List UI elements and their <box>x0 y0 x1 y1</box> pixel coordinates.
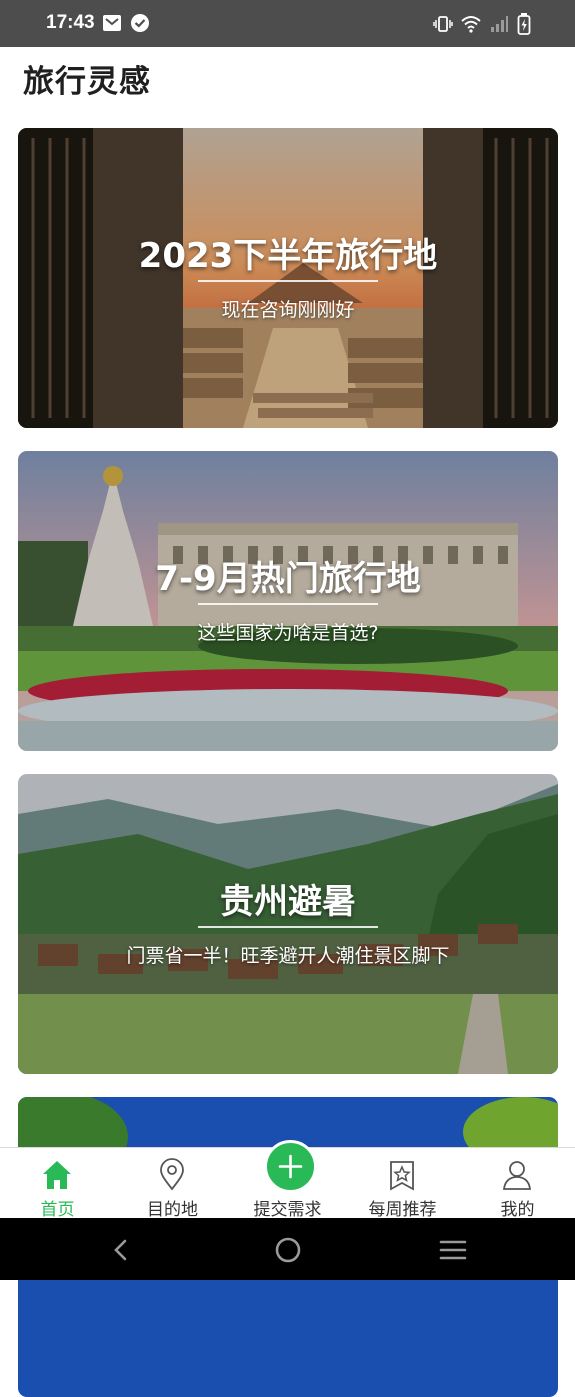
card-divider <box>198 280 378 282</box>
star-bookmark-icon <box>390 1161 414 1191</box>
tab-me[interactable]: 我的 <box>460 1148 575 1220</box>
mail-icon <box>102 13 122 33</box>
status-bar: 17:43 <box>0 0 575 47</box>
submit-request-button[interactable] <box>264 1140 317 1193</box>
back-icon[interactable] <box>108 1237 134 1263</box>
tab-label: 每周推荐 <box>368 1200 437 1220</box>
card-image-palace-garden <box>18 451 558 751</box>
menu-icon[interactable] <box>439 1238 467 1262</box>
signal-icon <box>489 14 509 34</box>
inspiration-card[interactable]: 贵州避暑 门票省一半！旺季避开人潮住景区脚下 <box>18 774 558 1074</box>
card-title: 7-9月热门旅行地 <box>155 559 421 599</box>
card-divider <box>198 603 378 605</box>
card-subtitle: 这些国家为啥是首选? <box>197 622 379 644</box>
card-image-mountain-village <box>18 774 558 1074</box>
tab-label: 提交需求 <box>253 1200 322 1220</box>
inspiration-card[interactable]: 7-9月热门旅行地 这些国家为啥是首选? <box>18 451 558 751</box>
tab-destinations[interactable]: 目的地 <box>115 1148 230 1220</box>
status-time: 17:43 <box>46 12 95 33</box>
tab-label: 目的地 <box>147 1200 198 1220</box>
card-divider <box>198 926 378 928</box>
card-title: 2023下半年旅行地 <box>138 236 438 276</box>
check-circle-icon <box>130 13 150 33</box>
wifi-icon <box>461 14 481 34</box>
home-icon <box>43 1161 71 1189</box>
card-title: 贵州避暑 <box>220 882 356 922</box>
card-image-desert-gate <box>18 128 558 428</box>
card-subtitle: 现在咨询刚刚好 <box>221 299 355 321</box>
inspiration-card[interactable]: 2023下半年旅行地 现在咨询刚刚好 <box>18 128 558 428</box>
plus-icon <box>278 1154 303 1179</box>
tab-label: 首页 <box>40 1200 75 1220</box>
card-subtitle: 门票省一半！旺季避开人潮住景区脚下 <box>126 945 450 967</box>
page-title: 旅行灵感 <box>23 64 151 100</box>
user-icon <box>502 1161 532 1190</box>
battery-charging-icon <box>517 13 531 35</box>
tab-weekly-picks[interactable]: 每周推荐 <box>345 1148 460 1220</box>
system-nav-bar <box>0 1218 575 1280</box>
vibrate-icon <box>433 14 453 34</box>
tab-label: 我的 <box>500 1200 535 1220</box>
tab-home[interactable]: 首页 <box>0 1148 115 1220</box>
location-pin-icon <box>160 1158 184 1191</box>
home-circle-icon[interactable] <box>274 1236 302 1264</box>
